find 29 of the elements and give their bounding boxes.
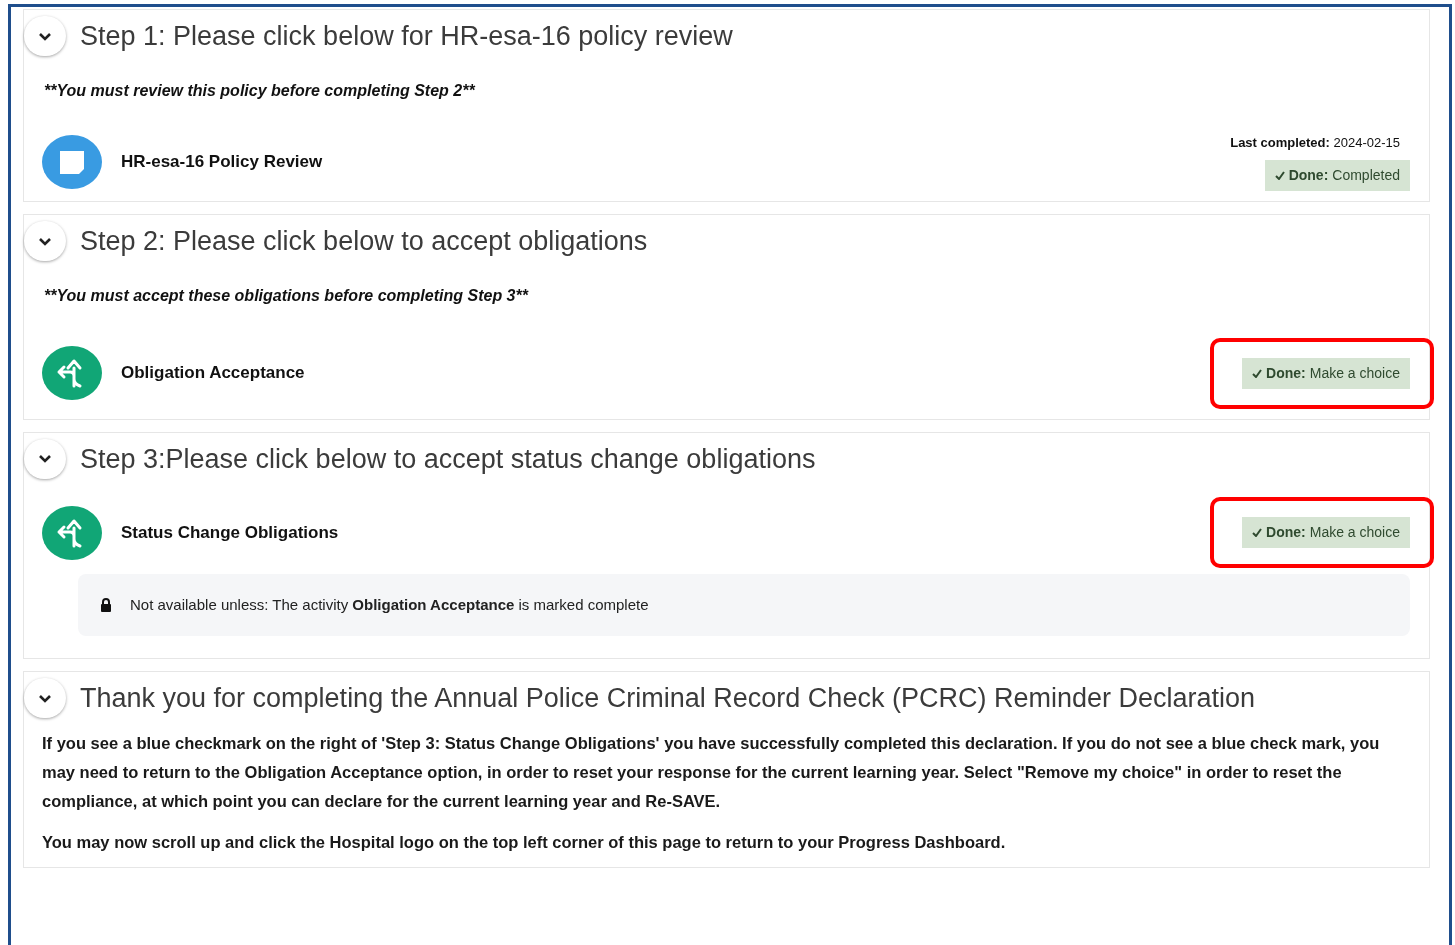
section-title: Step 1: Please click below for HR-esa-16 policy review [80, 20, 733, 53]
chevron-icon [38, 693, 52, 703]
check-icon [1274, 171, 1285, 180]
completion-badge: Done: Completed [1264, 160, 1410, 191]
activity-link[interactable]: Status Change Obligations [121, 519, 339, 546]
activity-link[interactable]: Obligation Acceptance [121, 360, 305, 386]
restriction-text: Not available unless: The activity Obligation Acceptance is marked complete [130, 594, 649, 615]
collapse-button[interactable] [24, 678, 66, 719]
check-icon [1252, 528, 1263, 537]
section-title: Thank you for completing the Annual Police Criminal Record Check (PCRC) Reminder Declaration [80, 682, 1255, 715]
section-title: Step 3:Please click below to accept status change obligations [80, 442, 816, 476]
page-icon [42, 134, 102, 189]
completion-badge: Done: Make a choice [1242, 517, 1410, 548]
lock-icon [100, 598, 112, 612]
section-note: **You must accept these obligations before completing Step 3** [44, 285, 530, 306]
completion-badge: Done: Make a choice [1242, 357, 1410, 389]
check-icon [1252, 368, 1263, 378]
collapse-button[interactable] [24, 16, 66, 57]
collapse-button[interactable] [24, 221, 66, 262]
section-note: **You must review this policy before completing Step 2** [44, 80, 477, 101]
section-title: Step 2: Please click below to accept obligations [80, 225, 648, 258]
info-paragraph: If you see a blue checkmark on the right of 'Step 3: Status Change Obligations' you have successfully completed this declaration. If you do not see a blue check mark, you may need to return to the Obligation Acceptance option, in order to reset your response for the current learning year. Select "Remove my choice" in order to reset the compliance, at which point you can declare for the current learning year and Re-SAVE. [41, 732, 1381, 812]
chevron-icon [38, 31, 52, 41]
chevron-icon [38, 236, 52, 246]
chevron-icon [38, 454, 52, 464]
activity-link[interactable]: HR-esa-16 Policy Review [121, 149, 323, 175]
info-paragraph: You may now scroll up and click the Hospital logo on the top left corner of this page to return to your Progress Dashboard. [41, 831, 1007, 853]
collapse-button[interactable] [24, 438, 66, 479]
last-completed-text: Last completed: 2024-02-15 [1230, 133, 1401, 152]
